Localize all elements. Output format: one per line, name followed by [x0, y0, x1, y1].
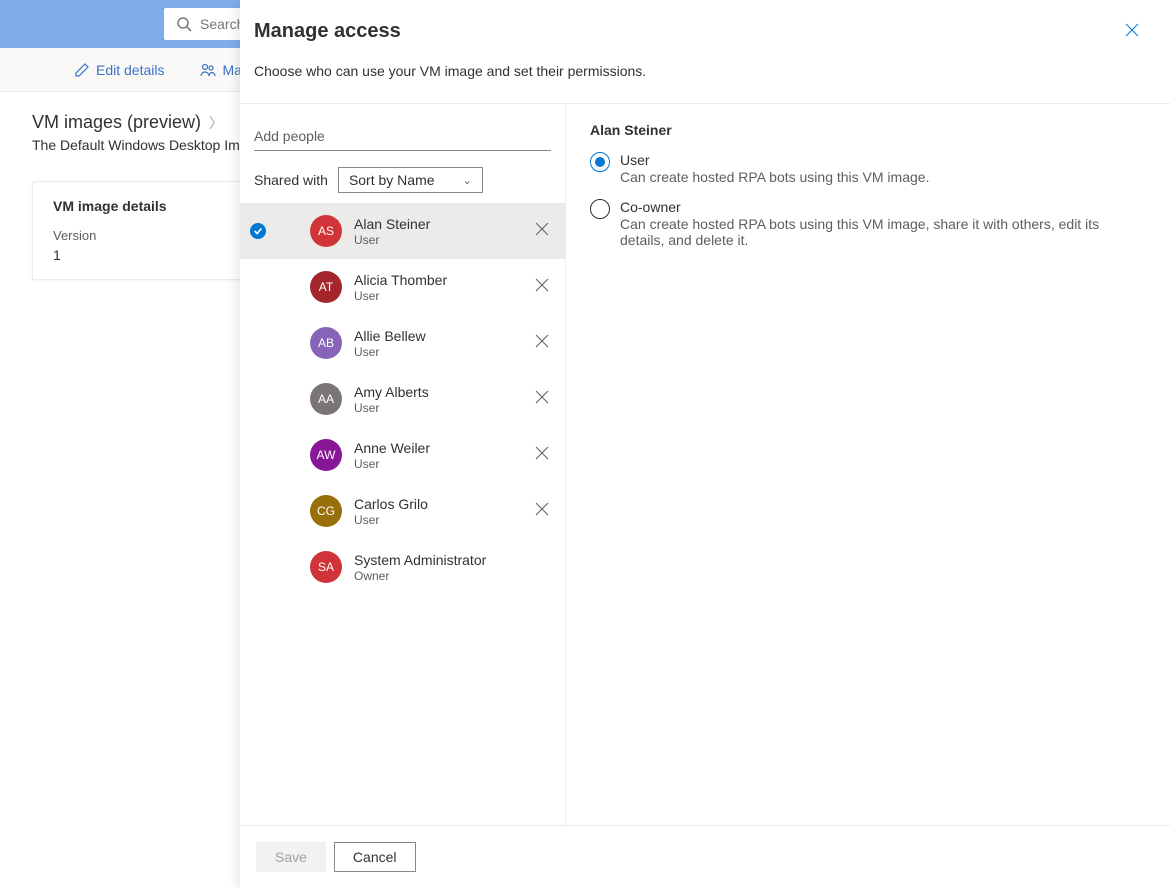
search-icon	[176, 16, 192, 32]
radio-button[interactable]	[590, 199, 610, 219]
remove-person-button[interactable]	[531, 274, 553, 301]
remove-person-button[interactable]	[531, 218, 553, 245]
person-row[interactable]: SA System AdministratorOwner	[240, 539, 565, 595]
remove-person-button[interactable]	[531, 386, 553, 413]
option-title: User	[620, 152, 929, 168]
person-role: User	[354, 345, 519, 359]
radio-button[interactable]	[590, 152, 610, 172]
cancel-button[interactable]: Cancel	[334, 842, 416, 872]
shared-with-row: Shared with Sort by Name ⌄	[254, 167, 551, 193]
remove-person-button[interactable]	[531, 330, 553, 357]
remove-person-button[interactable]	[531, 442, 553, 469]
remove-person-button[interactable]	[531, 498, 553, 525]
manage-access-panel: Manage access Choose who can use your VM…	[240, 0, 1170, 888]
permission-column: Alan Steiner UserCan create hosted RPA b…	[566, 104, 1170, 825]
person-row[interactable]: AA Amy AlbertsUser	[240, 371, 565, 427]
chevron-down-icon: ⌄	[463, 174, 472, 187]
chevron-right-icon: 〉	[209, 113, 223, 133]
version-label: Version	[53, 228, 231, 243]
person-name: Anne Weiler	[354, 440, 519, 456]
person-row[interactable]: AS Alan SteinerUser	[240, 203, 565, 259]
person-name: Alan Steiner	[354, 216, 519, 232]
sort-dropdown[interactable]: Sort by Name ⌄	[338, 167, 483, 193]
person-role: User	[354, 457, 519, 471]
people-column: Add people Shared with Sort by Name ⌄ AS…	[240, 104, 566, 825]
person-row[interactable]: AB Allie BellewUser	[240, 315, 565, 371]
panel-description: Choose who can use your VM image and set…	[240, 63, 1170, 103]
check-icon	[250, 223, 266, 239]
sort-value: Sort by Name	[349, 172, 435, 188]
save-button: Save	[256, 842, 326, 872]
avatar: AB	[310, 327, 342, 359]
breadcrumb-parent[interactable]: VM images (preview)	[32, 112, 201, 133]
panel-body: Add people Shared with Sort by Name ⌄ AS…	[240, 103, 1170, 825]
close-button[interactable]	[1122, 20, 1142, 45]
selected-person-name: Alan Steiner	[590, 122, 1146, 138]
option-description: Can create hosted RPA bots using this VM…	[620, 169, 929, 185]
edit-details-button[interactable]: Edit details	[66, 62, 172, 78]
people-icon	[200, 62, 216, 78]
person-row[interactable]: AW Anne WeilerUser	[240, 427, 565, 483]
option-title: Co-owner	[620, 199, 1146, 215]
avatar: AS	[310, 215, 342, 247]
edit-icon	[74, 62, 90, 78]
shared-with-label: Shared with	[254, 172, 328, 188]
avatar: SA	[310, 551, 342, 583]
person-row[interactable]: AT Alicia ThomberUser	[240, 259, 565, 315]
person-name: Carlos Grilo	[354, 496, 519, 512]
avatar: AA	[310, 383, 342, 415]
edit-details-label: Edit details	[96, 62, 164, 78]
person-row[interactable]: CG Carlos GriloUser	[240, 483, 565, 539]
panel-footer: Save Cancel	[240, 825, 1170, 888]
person-role: User	[354, 233, 519, 247]
person-name: Allie Bellew	[354, 328, 519, 344]
person-name: System Administrator	[354, 552, 553, 568]
selected-check	[248, 223, 268, 239]
option-description: Can create hosted RPA bots using this VM…	[620, 216, 1146, 248]
vm-image-details-card: VM image details Version 1	[32, 181, 252, 280]
card-title: VM image details	[53, 198, 231, 214]
add-people-input[interactable]: Add people	[254, 122, 551, 151]
person-role: Owner	[354, 569, 553, 583]
avatar: AW	[310, 439, 342, 471]
person-role: User	[354, 401, 519, 415]
person-name: Alicia Thomber	[354, 272, 519, 288]
close-icon	[1124, 22, 1140, 38]
panel-title: Manage access	[254, 20, 401, 43]
person-name: Amy Alberts	[354, 384, 519, 400]
avatar: AT	[310, 271, 342, 303]
people-list: ASAlan SteinerUserATAlicia ThomberUserAB…	[240, 203, 565, 825]
version-value: 1	[53, 247, 231, 263]
person-role: User	[354, 289, 519, 303]
permission-option[interactable]: Co-ownerCan create hosted RPA bots using…	[590, 199, 1146, 248]
person-role: User	[354, 513, 519, 527]
avatar: CG	[310, 495, 342, 527]
permission-option[interactable]: UserCan create hosted RPA bots using thi…	[590, 152, 1146, 185]
panel-header: Manage access	[240, 0, 1170, 63]
